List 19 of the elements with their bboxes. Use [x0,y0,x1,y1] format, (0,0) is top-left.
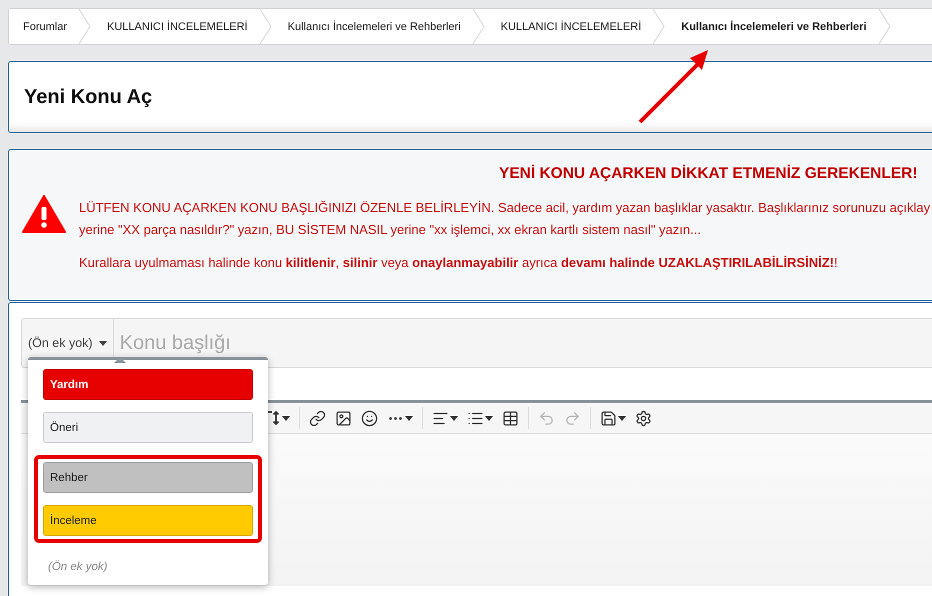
notice-text: LÜTFEN KONU AÇARKEN KONU BAŞLIĞINIZI ÖZENLE BELİRLEYİN. Sadece acil, yardım yazan başlıklar yasaktır. Başlıklarınız sorunuzu açıklay [79,199,930,217]
prefix-option[interactable]: (Ön ek yok) [43,555,253,573]
prefix-option[interactable]: İnceleme [43,505,253,536]
warning-icon [22,195,66,233]
title-field[interactable]: (Ön ek yok) Konu başlığı [21,318,932,368]
link-icon[interactable] [309,410,326,426]
prefix-option[interactable]: Rehber [43,462,253,493]
page-title: Yeni Konu Aç [24,86,152,108]
prefix-option[interactable]: Öneri [43,412,253,443]
caret-icon [98,340,107,346]
save-icon[interactable] [600,410,626,426]
settings-icon[interactable] [635,410,652,426]
table-icon[interactable] [502,410,519,426]
image-icon[interactable] [335,410,352,426]
prefix-option[interactable]: Yardım [43,369,253,400]
notice-text: yerine "XX parça nasıldır?" yazın, BU SİSTEM NASIL yerine "xx işlemci, xx ekran kartlı sistem nasıl" yazın... [79,221,702,239]
smiley-icon[interactable] [361,410,378,426]
notice-warning: Kurallara uyulmaması halinde konu kilitlenir, silinir veya onaylanmayabilir ayrıca devamı halinde UZAKLAŞTIRILABİLİRSİNİZ!! [79,255,839,270]
notice-heading: YENİ KONU AÇARKEN DİKKAT ETMENİZ GEREKENLER! [499,165,919,183]
